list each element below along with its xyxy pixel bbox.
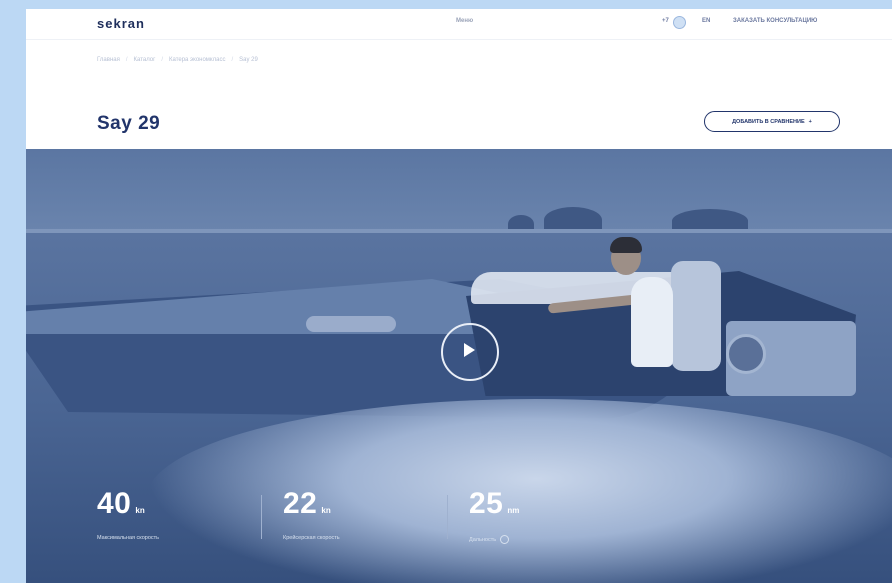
breadcrumb-separator: /: [161, 57, 163, 63]
breadcrumb-item[interactable]: Главная: [97, 57, 120, 63]
stat-divider: [447, 495, 448, 539]
stat-label-text: Дальность: [469, 536, 497, 543]
stat-label: Максимальная скорость: [97, 535, 160, 541]
consultation-link[interactable]: ЗАКАЗАТЬ КОНСУЛЬТАЦИЮ: [733, 18, 817, 24]
header: sekran Меню +7 EN ЗАКАЗАТЬ КОНСУЛЬТАЦИЮ: [26, 9, 892, 40]
plus-icon: +: [808, 118, 812, 125]
play-button[interactable]: [441, 323, 499, 381]
stat-value: 22: [283, 487, 318, 520]
stat-range: 25 nm Дальность: [447, 487, 655, 547]
stat-unit: kn: [135, 506, 145, 515]
hero-sky: [26, 149, 892, 231]
nav-menu-link[interactable]: Меню: [456, 18, 473, 24]
driver-hair: [610, 237, 642, 253]
phone-link[interactable]: +7: [662, 18, 669, 24]
stat-divider: [261, 495, 262, 539]
add-to-compare-button[interactable]: ДОБАВИТЬ В СРАВНЕНИЕ +: [704, 111, 840, 132]
stat-value: 25: [469, 487, 504, 520]
globe-icon[interactable]: [673, 16, 686, 29]
breadcrumb-separator: /: [231, 57, 234, 63]
breadcrumb-item[interactable]: Каталог: [134, 57, 156, 63]
boat-porthole: [726, 334, 766, 374]
page-frame: sekran Меню +7 EN ЗАКАЗАТЬ КОНСУЛЬТАЦИЮ …: [26, 9, 892, 583]
language-switch[interactable]: EN: [702, 18, 710, 24]
breadcrumb-separator: /: [125, 57, 128, 63]
add-to-compare-label: ДОБАВИТЬ В СРАВНЕНИЕ: [732, 118, 805, 125]
logo[interactable]: sekran: [97, 16, 145, 31]
stat-max-speed: 40 kn Максимальная скорость: [97, 487, 283, 547]
breadcrumb: Главная / Каталог / Катера экономкласс /…: [97, 57, 258, 63]
stat-label: Крейсерская скорость: [283, 535, 340, 541]
breadcrumb-item[interactable]: Катера экономкласс: [169, 57, 225, 63]
stats-row: 40 kn Максимальная скорость 22 kn Крейсерс…: [97, 487, 655, 547]
driver-body: [631, 277, 673, 367]
info-icon[interactable]: [500, 535, 510, 544]
breadcrumb-current: Say 29: [239, 57, 258, 63]
boat-seat: [671, 261, 721, 371]
stat-unit: kn: [321, 506, 331, 515]
stat-label: Дальность: [469, 535, 510, 544]
stat-value: 40: [97, 487, 132, 520]
page-title: Say 29: [97, 113, 161, 134]
stat-unit: nm: [507, 506, 520, 515]
stat-cruise-speed: 22 kn Крейсерская скорость: [261, 487, 469, 547]
boat-rail: [306, 316, 396, 332]
play-icon: [464, 343, 475, 357]
